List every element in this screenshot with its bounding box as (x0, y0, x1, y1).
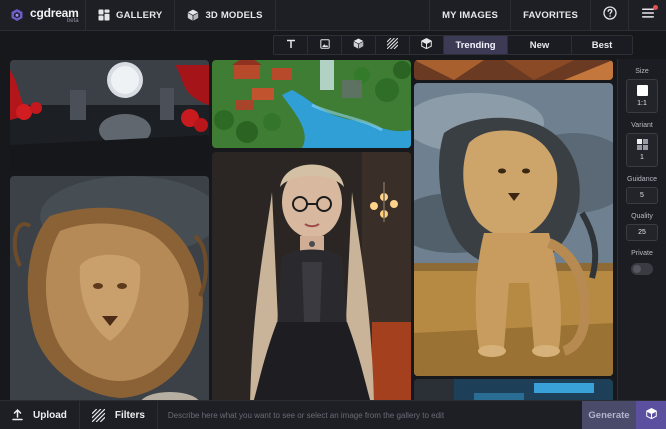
sort-best-tab[interactable]: Best (572, 36, 632, 54)
cube-icon (187, 9, 199, 21)
variant-selector[interactable]: 1 (626, 133, 658, 167)
3d-models-label: 3D MODELS (205, 9, 263, 21)
filter-text-tab[interactable] (274, 36, 308, 54)
generate-button[interactable]: Generate (582, 401, 636, 429)
settings-panel: Size 1:1 Variant 1 Guidance 5 Quality 25… (617, 59, 666, 400)
3d-models-nav-button[interactable]: 3D MODELS (175, 0, 276, 30)
grid-icon (98, 9, 110, 21)
sort-trending-tab[interactable]: Trending (444, 36, 508, 54)
private-toggle[interactable] (631, 263, 653, 275)
gallery-image-strip-bottom[interactable] (414, 379, 613, 400)
quality-input[interactable]: 25 (626, 224, 658, 241)
filters-button[interactable]: Filters (80, 401, 158, 429)
gallery-image-lion-savanna[interactable] (414, 83, 613, 376)
my-images-label: MY IMAGES (442, 9, 499, 21)
3d-model-icon (645, 406, 657, 424)
favorites-label: FAVORITES (523, 9, 578, 21)
3d-generate-button[interactable] (636, 401, 666, 429)
notification-dot (653, 5, 658, 10)
gallery-image-village[interactable] (212, 60, 411, 148)
square-aspect-icon (636, 85, 648, 96)
filter-3d-tab[interactable] (342, 36, 376, 54)
top-bar: cgdream beta GALLERY 3D MODELS MY IMAGES… (0, 0, 666, 31)
filter-texture-tab[interactable] (376, 36, 410, 54)
upload-label: Upload (33, 409, 67, 421)
text-icon (286, 36, 296, 54)
guidance-label: Guidance (627, 176, 657, 183)
size-value: 1:1 (637, 100, 647, 107)
variant-value: 1 (640, 154, 644, 161)
upload-button[interactable]: Upload (0, 401, 80, 429)
logo-text: cgdream beta (30, 7, 79, 24)
gallery-label: GALLERY (116, 9, 163, 21)
prompt-area (158, 401, 582, 429)
size-label: Size (635, 68, 649, 75)
bottom-bar: Upload Filters Generate (0, 400, 666, 429)
cube-icon (353, 36, 364, 54)
hatch-icon (386, 36, 399, 54)
filter-image-tab[interactable] (308, 36, 342, 54)
prompt-input[interactable] (167, 410, 572, 420)
menu-button[interactable] (628, 0, 666, 30)
quality-value: 25 (638, 229, 646, 236)
help-icon (602, 5, 617, 25)
sort-new-tab[interactable]: New (508, 36, 572, 54)
filter-toolbar: Trending New Best (273, 35, 633, 55)
my-images-button[interactable]: MY IMAGES (429, 0, 510, 30)
gallery-nav-button[interactable]: GALLERY (86, 0, 176, 30)
favorites-button[interactable]: FAVORITES (510, 0, 590, 30)
gallery-image-corridor[interactable] (10, 60, 209, 172)
filter-model-tab[interactable] (410, 36, 444, 54)
3d-model-icon (421, 36, 432, 54)
filters-label: Filters (114, 409, 145, 421)
gallery-image-gothic-woman[interactable] (212, 152, 411, 400)
quality-label: Quality (631, 213, 653, 220)
guidance-input[interactable]: 5 (626, 187, 658, 204)
hatch-icon (91, 408, 105, 422)
cgdream-logo-icon (10, 8, 24, 22)
beta-badge: beta (66, 17, 79, 24)
guidance-value: 5 (640, 192, 644, 199)
private-label: Private (631, 250, 653, 257)
image-gallery (0, 59, 617, 400)
size-selector[interactable]: 1:1 (626, 79, 658, 113)
gallery-image-lion-mane[interactable] (10, 176, 209, 400)
image-icon (319, 36, 330, 54)
upload-icon (12, 409, 23, 421)
variant-grid-icon (636, 139, 648, 150)
app: cgdream beta GALLERY 3D MODELS MY IMAGES… (0, 0, 666, 429)
variant-label: Variant (631, 122, 653, 129)
gallery-image-strip-top[interactable] (414, 60, 613, 80)
help-button[interactable] (590, 0, 628, 30)
logo[interactable]: cgdream beta (0, 0, 86, 30)
